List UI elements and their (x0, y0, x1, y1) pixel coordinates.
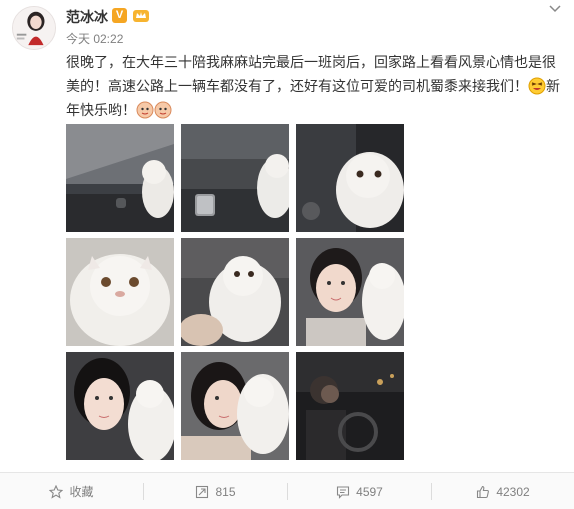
photo-grid (66, 124, 404, 460)
repost-icon (196, 485, 209, 498)
weibo-post-card: 范冰冰 V 今天 02:22 很晚了，在大年三十陪我麻麻站完最后一班岗后，回家路… (0, 0, 574, 509)
repost-count: 815 (215, 484, 236, 499)
post-text-body: 很晚了，在大年三十陪我麻麻站完最后一班岗后，回家路上看看风景心情也是很美的！高速… (66, 54, 556, 94)
photo-thumbnail[interactable] (181, 238, 289, 346)
favorite-button[interactable]: 收藏 (0, 473, 143, 509)
photo-thumbnail[interactable] (66, 352, 174, 460)
photo-thumbnail[interactable] (181, 124, 289, 232)
thumbs-up-icon (477, 485, 490, 498)
photo-thumbnail[interactable] (66, 238, 174, 346)
action-bar: 收藏 815 4597 42302 (0, 472, 574, 509)
like-button[interactable]: 42302 (432, 473, 574, 509)
username[interactable]: 范冰冰 (66, 7, 108, 27)
photo-thumbnail[interactable] (296, 352, 404, 460)
repost-button[interactable]: 815 (144, 473, 287, 509)
vip-crown-icon (132, 7, 150, 23)
verified-badge-icon: V (112, 8, 127, 23)
chevron-down-icon[interactable] (548, 2, 562, 16)
festival-doll-emoji-icon (136, 101, 172, 119)
squint-laugh-emoji-icon (528, 77, 546, 95)
photo-thumbnail[interactable] (66, 124, 174, 232)
photo-thumbnail[interactable] (296, 238, 404, 346)
user-avatar[interactable] (12, 6, 56, 50)
star-icon (49, 484, 64, 499)
photo-thumbnail[interactable] (181, 352, 289, 460)
comment-icon (337, 485, 350, 499)
post-timestamp[interactable]: 今天 02:22 (66, 30, 123, 47)
comment-count: 4597 (356, 484, 383, 499)
comment-button[interactable]: 4597 (288, 473, 431, 509)
post-text: 很晚了，在大年三十陪我麻麻站完最后一班岗后，回家路上看看风景心情也是很美的！高速… (66, 50, 566, 122)
like-count: 42302 (496, 484, 530, 499)
favorite-label: 收藏 (69, 485, 94, 499)
photo-thumbnail[interactable] (296, 124, 404, 232)
